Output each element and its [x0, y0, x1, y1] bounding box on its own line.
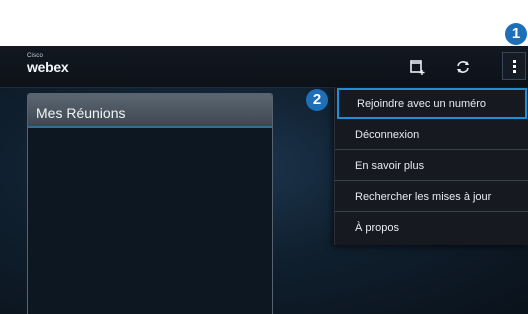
menu-item-learn-more[interactable]: En savoir plus: [335, 150, 528, 181]
logo-webex-text: webex: [27, 59, 69, 75]
meetings-panel-title: Mes Réunions: [28, 94, 272, 128]
menu-item-about[interactable]: À propos: [335, 212, 528, 243]
device-screen: Cisco webex Mes Réunions Rejoindre avec …: [0, 46, 528, 314]
menu-item-join-by-number[interactable]: Rejoindre avec un numéro: [337, 88, 527, 119]
menu-item-check-updates[interactable]: Rechercher les mises à jour: [335, 181, 528, 212]
action-bar: Cisco webex: [0, 46, 528, 88]
new-meeting-icon[interactable]: [408, 58, 426, 76]
overflow-menu-button[interactable]: [502, 52, 526, 80]
callout-badge-2: 2: [306, 89, 328, 111]
callout-badge-1: 1: [505, 23, 527, 45]
meetings-panel: Mes Réunions: [27, 93, 273, 314]
overflow-menu-icon: [513, 60, 516, 73]
menu-item-logout[interactable]: Déconnexion: [335, 119, 528, 150]
refresh-icon[interactable]: [454, 58, 472, 76]
overflow-dropdown-menu: Rejoindre avec un numéro Déconnexion En …: [334, 87, 528, 245]
